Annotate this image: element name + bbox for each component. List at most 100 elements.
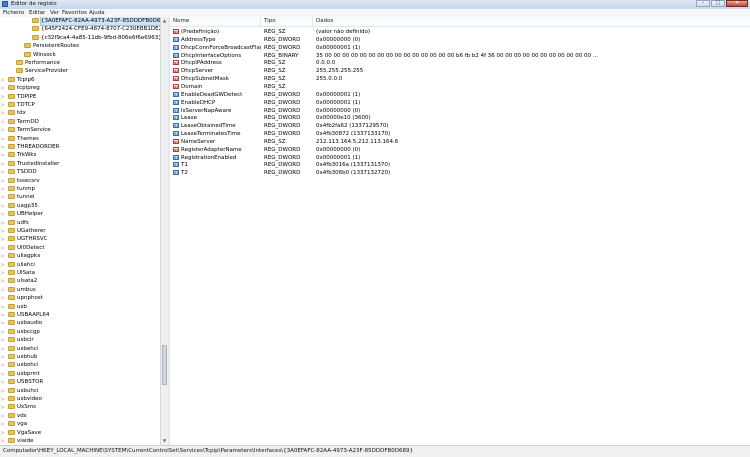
tree-item[interactable]: ▷ USBAAPL64 — [0, 311, 160, 319]
tree-item[interactable]: ▷ usbehci — [0, 345, 160, 353]
expand-arrow-icon[interactable]: ▷ — [1, 397, 5, 401]
expand-arrow-icon[interactable]: ▷ — [1, 313, 5, 317]
tree-item[interactable]: ▷ usbcir — [0, 336, 160, 344]
values-list[interactable]: Nome Tipo Dados ab (Predefinição) REG_SZ (v… — [170, 17, 750, 445]
expand-arrow-icon[interactable]: ▷ — [1, 111, 5, 115]
expand-arrow-icon[interactable] — [17, 53, 21, 57]
menu-ficheiro[interactable]: Ficheiro — [3, 10, 24, 16]
expand-arrow-icon[interactable]: ▷ — [1, 103, 5, 107]
expand-arrow-icon[interactable]: ▷ — [1, 355, 5, 359]
tree-item[interactable]: ▷ usbuhci — [0, 387, 160, 395]
tree-item[interactable]: ▷ umbus — [0, 286, 160, 294]
tree-item[interactable]: ▷ TrustedInstaller — [0, 160, 160, 168]
expand-arrow-icon[interactable]: ▷ — [1, 430, 5, 435]
tree-item[interactable]: ▷ TDTCP — [0, 101, 160, 109]
value-row[interactable]: 01 T2 REG_DWORD 0x4fb306b0 (1337132720) — [170, 169, 750, 177]
expand-arrow-icon[interactable]: ▷ — [1, 203, 5, 208]
tree-item[interactable]: ▷ uagp35 — [0, 202, 160, 210]
expand-arrow-icon[interactable]: ▷ — [1, 161, 5, 166]
tree-item[interactable]: ▷ usb — [0, 303, 160, 311]
column-divider[interactable] — [260, 17, 261, 26]
close-button[interactable]: ✕ — [726, 0, 748, 7]
value-row[interactable]: 01 RegistrationEnabled REG_DWORD 0x00000001… — [170, 154, 750, 162]
expand-arrow-icon[interactable]: ▷ — [1, 296, 5, 300]
tree-item[interactable]: PersistentRoutes — [0, 42, 160, 50]
tree-item[interactable]: ▷ usbccgp — [0, 328, 160, 336]
expand-arrow-icon[interactable]: ▷ — [1, 119, 5, 124]
tree-item[interactable]: ▷ tunmp — [0, 185, 160, 193]
expand-arrow-icon[interactable]: ▷ — [1, 237, 5, 241]
tree-item[interactable]: ▷ UGatherer — [0, 227, 160, 235]
tree-item[interactable]: ▷ UxSms — [0, 403, 160, 411]
tree-item[interactable]: ▷ usbprint — [0, 370, 160, 378]
value-row[interactable]: 01 T1 REG_DWORD 0x4fb3016a (1337131370) — [170, 161, 750, 169]
tree-item[interactable]: ▷ TrkWks — [0, 151, 160, 159]
expand-arrow-icon[interactable]: ▷ — [1, 229, 5, 233]
column-name[interactable]: Nome — [173, 18, 189, 24]
tree-item[interactable]: ▷ upnphost — [0, 294, 160, 302]
expand-arrow-icon[interactable] — [25, 27, 29, 31]
expand-arrow-icon[interactable] — [9, 69, 13, 73]
tree-item[interactable]: ▷ Tcpip6 — [0, 76, 160, 84]
value-row[interactable]: ab NameServer REG_SZ 212.113.164.5,212.113.… — [170, 138, 750, 146]
expand-arrow-icon[interactable]: ▷ — [1, 363, 5, 367]
expand-arrow-icon[interactable]: ▷ — [1, 212, 5, 216]
menu-ver[interactable]: Ver — [50, 10, 59, 16]
value-row[interactable]: ab Domain REG_SZ — [170, 83, 750, 91]
expand-arrow-icon[interactable]: ▷ — [1, 380, 5, 384]
scroll-down-icon[interactable]: ▼ — [162, 438, 167, 443]
tree-item[interactable]: ServiceProvider — [0, 67, 160, 75]
expand-arrow-icon[interactable]: ▷ — [1, 77, 5, 82]
tree-item[interactable]: {3A0EFAFC-82AA-4973-A23F-85DDDFB0D689} — [0, 17, 160, 26]
value-row[interactable]: ab DhcpSubnetMask REG_SZ 255.0.0.0 — [170, 75, 750, 83]
value-row[interactable]: 01 DhcpConnForceBroadcastFlag REG_DWORD 0x0… — [170, 44, 750, 52]
value-row[interactable]: 01 EnableDHCP REG_DWORD 0x00000001 (1) — [170, 99, 750, 107]
tree-item[interactable]: ▷ THREADORDER — [0, 143, 160, 151]
expand-arrow-icon[interactable] — [25, 19, 29, 23]
expand-arrow-icon[interactable]: ▷ — [1, 187, 5, 191]
value-row[interactable]: 01 LeaseObtainedTime REG_DWORD 0x4fb2fa62 (… — [170, 122, 750, 130]
column-type[interactable]: Tipo — [264, 18, 276, 24]
tree-item[interactable]: ▷ usbvideo — [0, 395, 160, 403]
tree-item[interactable]: ▷ usbaudio — [0, 319, 160, 327]
expand-arrow-icon[interactable]: ▷ — [1, 287, 5, 292]
expand-arrow-icon[interactable]: ▷ — [1, 321, 5, 325]
tree-item[interactable]: ▷ vga — [0, 420, 160, 428]
expand-arrow-icon[interactable]: ▷ — [1, 245, 5, 250]
tree-item[interactable]: ▷ uliahci — [0, 261, 160, 269]
expand-arrow-icon[interactable]: ▷ — [1, 388, 5, 393]
expand-arrow-icon[interactable]: ▷ — [1, 371, 5, 376]
expand-arrow-icon[interactable] — [25, 36, 29, 40]
expand-arrow-icon[interactable]: ▷ — [1, 220, 5, 225]
value-row[interactable]: 01 LeaseTerminatesTime REG_DWORD 0x4fb30872… — [170, 130, 750, 138]
expand-arrow-icon[interactable] — [17, 44, 21, 48]
tree-item[interactable]: ▷ Themes — [0, 135, 160, 143]
menu-favoritos[interactable]: Favoritos — [62, 10, 87, 16]
tree-item[interactable]: ▷ tssecsrv — [0, 177, 160, 185]
maximize-button[interactable]: □ — [711, 0, 725, 7]
tree-item[interactable]: ▷ TSDDD — [0, 168, 160, 176]
value-row[interactable]: ab DhcpServer REG_SZ 255.255.255.255 — [170, 67, 750, 75]
tree-item[interactable]: {645F2424-CFE9-4874-8707-C230EBB1DE21} — [0, 25, 160, 33]
tree-item[interactable]: ▷ UI0Detect — [0, 244, 160, 252]
expand-arrow-icon[interactable]: ▷ — [1, 413, 5, 418]
value-row[interactable]: 01 AddressType REG_DWORD 0x00000000 (0) — [170, 36, 750, 44]
tree-item[interactable]: ▷ UGTHRSVC — [0, 235, 160, 243]
tree-item[interactable]: Winsock — [0, 51, 160, 59]
minimize-button[interactable]: – — [696, 0, 710, 7]
expand-arrow-icon[interactable]: ▷ — [1, 153, 5, 157]
expand-arrow-icon[interactable]: ▷ — [1, 279, 5, 283]
tree-item[interactable]: ▷ uliagpkx — [0, 252, 160, 260]
tree-item[interactable]: ▷ TermDD — [0, 118, 160, 126]
expand-arrow-icon[interactable]: ▷ — [1, 145, 5, 149]
expand-arrow-icon[interactable]: ▷ — [1, 170, 5, 174]
expand-arrow-icon[interactable]: ▷ — [1, 338, 5, 342]
tree-item[interactable]: ▷ tcpipreg — [0, 84, 160, 92]
tree-item[interactable]: ▷ viaide — [0, 437, 160, 445]
expand-arrow-icon[interactable]: ▷ — [1, 178, 5, 183]
tree-item[interactable]: ▷ TermService — [0, 126, 160, 134]
tree-item[interactable]: ▷ tdx — [0, 109, 160, 117]
scroll-up-icon[interactable]: ▲ — [162, 18, 167, 23]
expand-arrow-icon[interactable] — [9, 61, 13, 65]
value-row[interactable]: 01 DhcpInterfaceOptions REG_BINARY 35 00 00… — [170, 52, 750, 60]
